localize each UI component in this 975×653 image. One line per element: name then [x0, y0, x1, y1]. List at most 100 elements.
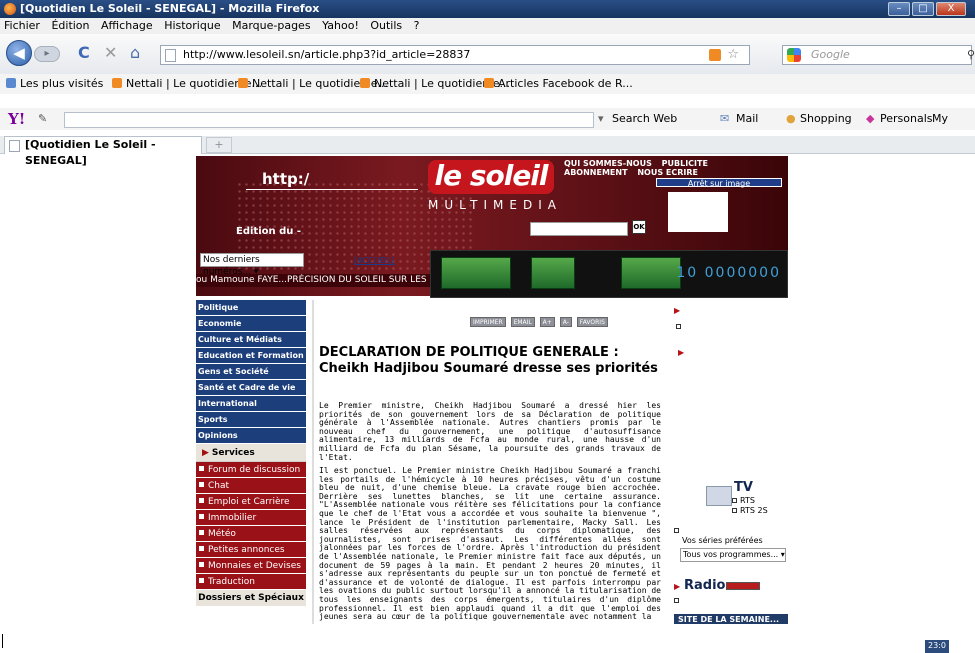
forward-button[interactable]: ▸	[34, 46, 60, 62]
nav-publicite[interactable]: PUBLICITE	[662, 159, 708, 168]
programmes-select[interactable]: Tous vos programmes... ▾	[680, 548, 786, 562]
pencil-icon[interactable]: ✎	[38, 108, 47, 130]
tv-rts2s-link[interactable]: RTS 2S	[740, 506, 768, 515]
bullet-icon	[199, 546, 204, 551]
rss-icon[interactable]	[709, 49, 721, 61]
rss-icon	[238, 78, 248, 88]
bookmark-plus-visites[interactable]: Les plus visités	[6, 74, 103, 94]
ok-button[interactable]: OK	[632, 220, 646, 234]
arret-sur-image-link[interactable]: Arrêt sur image	[656, 178, 782, 188]
service-emploi[interactable]: Emploi et Carrière	[196, 494, 306, 510]
triangle-icon: ▶	[674, 582, 681, 591]
bullet-icon	[199, 578, 204, 583]
email-button[interactable]: EMAIL	[510, 317, 535, 327]
service-forum[interactable]: Forum de discussion	[196, 462, 306, 478]
bookmark-label: Les plus visités	[20, 77, 104, 90]
nav-opinions[interactable]: Opinions	[196, 428, 306, 444]
star-icon[interactable]: ☆	[727, 46, 739, 64]
numeros-select[interactable]: Nos derniers numéros... ▾	[200, 253, 304, 277]
menu-affichage[interactable]: Affichage	[101, 19, 153, 32]
tab-soleil[interactable]: [Quotidien Le Soleil - SENEGAL]	[4, 136, 202, 167]
service-meteo[interactable]: Météo	[196, 526, 306, 542]
bookmark-icon	[6, 78, 16, 88]
tv-rts-link[interactable]: RTS	[740, 496, 755, 505]
yahoo-search-web[interactable]: Search Web	[612, 108, 677, 130]
service-chat[interactable]: Chat	[196, 478, 306, 494]
site-search-input[interactable]	[530, 222, 628, 236]
services-title: Services	[211, 448, 255, 458]
site-logo[interactable]: le soleil	[428, 160, 554, 194]
right-column: ▶ ▶ TV RTS RTS 2S Vos séries préférées T…	[674, 300, 788, 624]
favoris-button[interactable]: FAVORIS	[576, 317, 608, 327]
yahoo-shopping[interactable]: Shopping	[800, 108, 852, 130]
search-icon[interactable]: ⚲	[967, 46, 975, 64]
system-tray-clock: 23:0	[925, 640, 949, 653]
menu-edition[interactable]: Édition	[51, 19, 89, 32]
square-bullet-icon	[732, 498, 737, 503]
rss-icon	[112, 78, 122, 88]
rss-icon	[484, 78, 494, 88]
nav-education[interactable]: Education et Formation	[196, 348, 306, 364]
menu-marque-pages[interactable]: Marque-pages	[232, 19, 310, 32]
back-button[interactable]: ◀	[6, 40, 32, 66]
service-label: Immobilier	[208, 513, 257, 523]
font-increase-button[interactable]: A+	[539, 317, 555, 327]
firefox-icon	[4, 3, 16, 15]
generator-ad-banner[interactable]: 10 0000000	[430, 250, 788, 298]
accueil-link[interactable]: [ACCUEIL]	[354, 256, 394, 265]
service-label: Forum de discussion	[208, 465, 301, 475]
menu-fichier[interactable]: Fichier	[4, 19, 40, 32]
search-input[interactable]: Google ⚲	[782, 45, 975, 65]
column-divider	[312, 300, 314, 624]
nav-gens-societe[interactable]: Gens et Société	[196, 364, 306, 380]
print-button[interactable]: IMPRIMER	[470, 317, 506, 327]
nav-culture[interactable]: Culture et Médiats	[196, 332, 306, 348]
google-icon[interactable]	[787, 48, 801, 62]
minimize-button[interactable]: –	[888, 2, 910, 16]
yahoo-mail[interactable]: Mail	[736, 108, 758, 130]
home-icon[interactable]: ⌂	[130, 44, 140, 62]
yahoo-search-input[interactable]	[64, 112, 594, 128]
service-label: Chat	[208, 481, 230, 491]
service-devises[interactable]: Monnaies et Devises	[196, 558, 306, 574]
menu-yahoo[interactable]: Yahoo!	[322, 19, 359, 32]
nav-abonnement[interactable]: ABONNEMENT	[564, 168, 628, 177]
chevron-down-icon[interactable]: ▾	[598, 108, 604, 130]
site-de-la-semaine[interactable]: SITE DE LA SEMAINE...	[674, 614, 788, 624]
menu-outils[interactable]: Outils	[370, 19, 402, 32]
service-annonces[interactable]: Petites annonces	[196, 542, 306, 558]
reload-icon[interactable]: C	[78, 44, 90, 62]
close-button[interactable]: X	[936, 2, 966, 16]
bullet-icon	[199, 514, 204, 519]
service-traduction[interactable]: Traduction	[196, 574, 306, 590]
yahoo-personals[interactable]: Personals	[880, 108, 933, 130]
dossiers-speciaux[interactable]: Dossiers et Spéciaux	[196, 590, 306, 606]
mail-icon: ✉	[720, 112, 730, 125]
nav-politique[interactable]: Politique	[196, 300, 306, 316]
yahoo-toolbar: Y! ✎ ▾ Search Web ✉ Mail ● Shopping ◆ Pe…	[0, 108, 975, 147]
nav-nous-ecrire[interactable]: NOUS ECRIRE	[637, 168, 698, 177]
square-bullet-icon	[676, 324, 681, 329]
new-tab-button[interactable]: +	[206, 137, 232, 153]
nav-sports[interactable]: Sports	[196, 412, 306, 428]
menu-help[interactable]: ?	[414, 19, 420, 32]
yahoo-logo[interactable]: Y!	[8, 108, 25, 130]
nav-economie[interactable]: Economie	[196, 316, 306, 332]
service-immobilier[interactable]: Immobilier	[196, 510, 306, 526]
nav-qui-sommes-nous[interactable]: QUI SOMMES-NOUS	[564, 159, 652, 168]
font-decrease-button[interactable]: A-	[559, 317, 572, 327]
url-bar[interactable]: http://www.lesoleil.sn/article.php3?id_a…	[160, 45, 750, 65]
series-link[interactable]: Vos séries préférées	[682, 536, 763, 545]
window-title: [Quotidien Le Soleil - SENEGAL] - Mozill…	[20, 2, 320, 15]
maximize-button[interactable]: □	[912, 2, 934, 16]
bookmark-facebook[interactable]: Articles Facebook de R...	[484, 74, 633, 94]
bullet-icon	[199, 498, 204, 503]
news-ticker[interactable]: ou Mamoune FAYE...PRÉCISION DU SOLEIL SU…	[196, 274, 432, 287]
stop-icon[interactable]: ✕	[104, 44, 117, 62]
navigation-toolbar: ◀ ▸ C ✕ ⌂ http://www.lesoleil.sn/article…	[0, 34, 975, 74]
page-icon	[9, 140, 20, 152]
nav-sante[interactable]: Santé et Cadre de vie	[196, 380, 306, 396]
menu-historique[interactable]: Historique	[164, 19, 220, 32]
radio-badge[interactable]	[726, 582, 760, 590]
nav-international[interactable]: International	[196, 396, 306, 412]
